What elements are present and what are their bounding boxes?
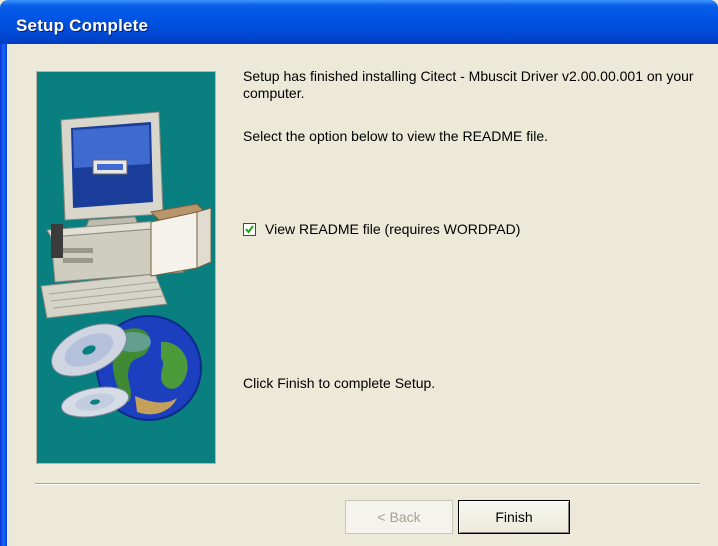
- install-complete-message: Setup has finished installing Citect - M…: [243, 68, 694, 101]
- window-frame: [0, 44, 7, 546]
- back-button[interactable]: < Back: [345, 500, 453, 534]
- finish-button[interactable]: Finish: [458, 500, 570, 534]
- view-readme-label[interactable]: View README file (requires WORDPAD): [265, 221, 520, 238]
- computer-icon: [40, 111, 212, 319]
- finish-instruction: Click Finish to complete Setup.: [243, 375, 436, 391]
- button-separator: [35, 483, 700, 485]
- check-icon: [245, 225, 254, 234]
- view-readme-checkbox[interactable]: [243, 223, 256, 236]
- setup-illustration: [36, 71, 216, 464]
- title-bar[interactable]: Setup Complete: [0, 0, 718, 44]
- setup-illustration-graphic: [40, 111, 212, 421]
- readme-instruction: Select the option below to view the READ…: [243, 128, 549, 144]
- view-readme-option[interactable]: View README file (requires WORDPAD): [243, 221, 520, 238]
- window-title: Setup Complete: [16, 16, 149, 35]
